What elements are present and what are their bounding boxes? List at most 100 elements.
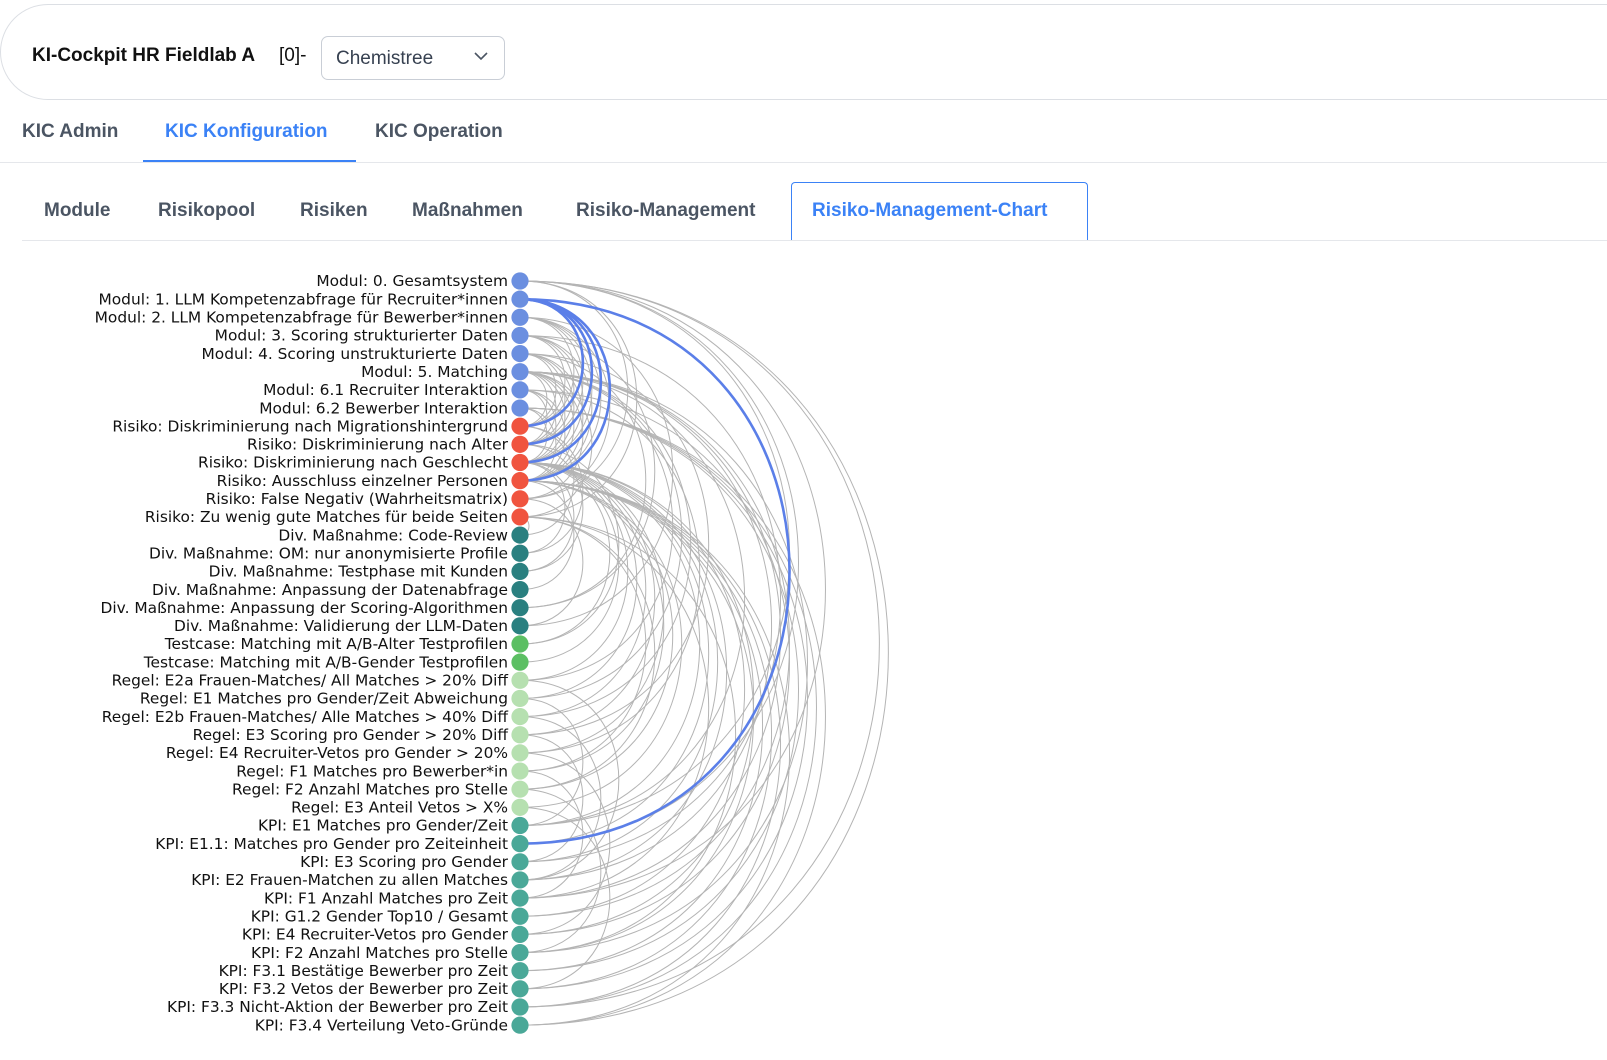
node-label: KPI: G1.2 Gender Top10 / Gesamt (251, 907, 508, 925)
node-dot-risiko[interactable] (511, 417, 529, 435)
node-dot-regel[interactable] (511, 762, 529, 780)
link (519, 462, 728, 881)
node-label: KPI: F3.1 Bestätige Bewerber pro Zeit (219, 962, 508, 980)
node-dot-risiko[interactable] (511, 435, 529, 453)
node-dot-regel[interactable] (511, 671, 529, 689)
node-label: KPI: E3 Scoring pro Gender (300, 853, 509, 871)
node-dot-regel[interactable] (511, 726, 529, 744)
node-dot-modul[interactable] (511, 272, 529, 290)
subtab-risikopool[interactable]: Risikopool (158, 200, 255, 222)
node-dot-kpi[interactable] (511, 816, 529, 835)
node-label: KPI: F2 Anzahl Matches pro Stelle (251, 944, 508, 962)
subtab-risiken[interactable]: Risiken (300, 200, 368, 222)
node-label: Regel: E3 Anteil Vetos > X% (291, 799, 508, 817)
node-dot-kpi[interactable] (511, 1016, 529, 1034)
link (519, 462, 745, 917)
client-select[interactable]: Chemistree (321, 36, 505, 80)
tab-kic-admin[interactable]: KIC Admin (22, 121, 118, 143)
node-dot-regel[interactable] (511, 689, 529, 708)
link (519, 371, 548, 427)
client-select-value: Chemistree (336, 48, 434, 69)
tab-kic-operation[interactable]: KIC Operation (375, 121, 503, 143)
node-label: Modul: 3. Scoring strukturierter Daten (215, 327, 508, 345)
node-dot-regel[interactable] (511, 798, 529, 816)
node-dot-kpi[interactable] (511, 871, 529, 889)
node-dot-modul[interactable] (511, 381, 529, 399)
node-dot-regel[interactable] (511, 780, 529, 798)
node-dot-regel[interactable] (511, 744, 529, 762)
node-dot-regel[interactable] (511, 708, 529, 726)
link (519, 407, 548, 463)
main-tabs: KIC Admin KIC Konfiguration KIC Operatio… (0, 110, 1607, 163)
node-label: Div. Maßnahme: Code-Review (278, 526, 508, 544)
link (519, 371, 674, 681)
node-label: Risiko: Zu wenig gute Matches für beide … (145, 508, 508, 526)
node-label: Modul: 1. LLM Kompetenzabfrage für Recru… (98, 290, 508, 308)
chevron-down-icon (474, 52, 488, 61)
node-dot-massnahme[interactable] (511, 580, 529, 599)
node-label: Risiko: Diskriminierung nach Geschlecht (198, 454, 508, 472)
node-dot-risiko[interactable] (511, 453, 529, 472)
node-dot-modul[interactable] (511, 290, 529, 308)
link (519, 371, 808, 954)
link (519, 480, 665, 772)
node-label: Div. Maßnahme: OM: nur anonymisierte Pro… (149, 544, 508, 562)
node-label: Div. Maßnahme: Anpassung der Datenabfrag… (152, 581, 508, 599)
node-dot-massnahme[interactable] (511, 526, 529, 544)
risk-management-arc-chart: Modul: 0. GesamtsystemModul: 1. LLM Komp… (95, 272, 889, 1034)
node-label: Div. Maßnahme: Testphase mit Kunden (209, 563, 508, 581)
link (519, 462, 718, 863)
node-label: Modul: 6.1 Recruiter Interaktion (263, 381, 508, 399)
subtab-risiko-management[interactable]: Risiko-Management (576, 200, 755, 222)
node-dot-kpi[interactable] (511, 925, 529, 944)
node-dot-modul[interactable] (511, 363, 529, 381)
node-label: Modul: 2. LLM Kompetenzabfrage für Bewer… (95, 309, 508, 327)
node-label: KPI: E1.1: Matches pro Gender pro Zeitei… (155, 835, 508, 853)
node-dot-risiko[interactable] (511, 490, 529, 508)
node-dot-testcase[interactable] (511, 653, 529, 671)
node-dot-kpi[interactable] (511, 998, 529, 1016)
node-dot-risiko[interactable] (511, 508, 529, 526)
node-dot-kpi[interactable] (511, 889, 529, 907)
node-dot-modul[interactable] (511, 345, 529, 363)
node-dot-kpi[interactable] (511, 907, 529, 925)
node-dot-testcase[interactable] (511, 635, 529, 653)
node-dot-massnahme[interactable] (511, 544, 529, 562)
node-label: Modul: 0. Gesamtsystem (316, 272, 508, 290)
node-label: Regel: F1 Matches pro Bewerber*in (236, 762, 508, 780)
node-dot-massnahme[interactable] (511, 562, 529, 581)
sub-tabs: Module Risikopool Risiken Maßnahmen Risi… (22, 182, 1607, 241)
node-dot-kpi[interactable] (511, 835, 529, 853)
node-label: Risiko: Diskriminierung nach Alter (247, 436, 509, 454)
node-dot-massnahme[interactable] (511, 617, 529, 635)
node-label: Div. Maßnahme: Validierung der LLM-Daten (174, 617, 508, 635)
node-label: KPI: E1 Matches pro Gender/Zeit (258, 817, 508, 835)
node-label: Risiko: False Negativ (Wahrheitsmatrix) (206, 490, 508, 508)
link (519, 280, 799, 845)
node-dot-kpi[interactable] (511, 853, 529, 871)
node-label: Regel: E4 Recruiter-Vetos pro Gender > 2… (166, 744, 508, 762)
node-dot-kpi[interactable] (511, 943, 529, 962)
link (519, 371, 683, 699)
node-label: Testcase: Matching mit A/B-Gender Testpr… (143, 653, 508, 671)
subtab-risiko-management-chart[interactable]: Risiko-Management-Chart (812, 200, 1047, 222)
node-dot-massnahme[interactable] (511, 599, 529, 617)
node-label: KPI: E4 Recruiter-Vetos pro Gender (242, 926, 509, 944)
node-label: Risiko: Diskriminierung nach Migrationsh… (112, 417, 508, 435)
node-dot-risiko[interactable] (511, 472, 529, 490)
node-label: Regel: F2 Anzahl Matches pro Stelle (232, 780, 508, 798)
node-label: Risiko: Ausschluss einzelner Personen (217, 472, 508, 490)
node-dot-modul[interactable] (511, 399, 529, 417)
subtab-module[interactable]: Module (44, 200, 111, 222)
node-dot-kpi[interactable] (511, 962, 529, 980)
link (519, 316, 674, 627)
node-dot-modul[interactable] (511, 308, 529, 326)
node-label: Regel: E1 Matches pro Gender/Zeit Abweic… (140, 690, 508, 708)
active-tab-indicator (143, 160, 356, 162)
node-label: KPI: F1 Anzahl Matches pro Zeit (264, 889, 508, 907)
node-label: Modul: 5. Matching (361, 363, 508, 381)
node-dot-modul[interactable] (511, 326, 529, 345)
tab-kic-konfiguration[interactable]: KIC Konfiguration (165, 121, 328, 143)
node-dot-kpi[interactable] (511, 980, 529, 998)
subtab-massnahmen[interactable]: Maßnahmen (412, 200, 523, 222)
